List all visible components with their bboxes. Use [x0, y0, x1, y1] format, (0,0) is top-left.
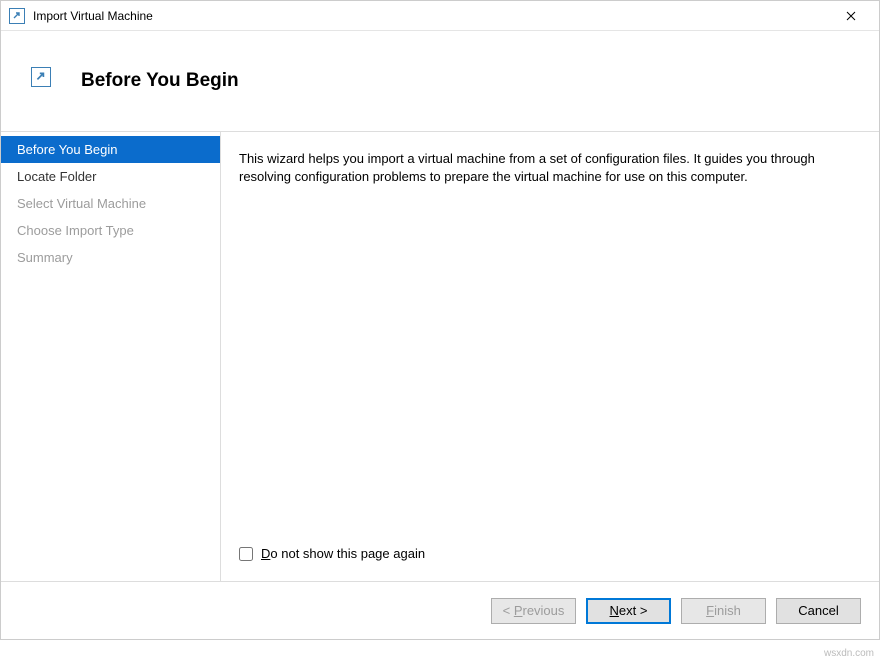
close-button[interactable] [831, 2, 871, 30]
sidebar-item-select-virtual-machine: Select Virtual Machine [1, 190, 220, 217]
watermark: wsxdn.com [824, 648, 874, 659]
window-title: Import Virtual Machine [33, 9, 831, 23]
header: Before You Begin [1, 31, 879, 131]
sidebar: Before You Begin Locate Folder Select Vi… [1, 132, 221, 581]
sidebar-item-label: Select Virtual Machine [17, 196, 146, 211]
titlebar: Import Virtual Machine [1, 1, 879, 31]
sidebar-item-label: Summary [17, 250, 73, 265]
finish-button: Finish [681, 598, 766, 624]
do-not-show-checkbox[interactable] [239, 547, 253, 561]
content-area: This wizard helps you import a virtual m… [221, 132, 879, 581]
next-button[interactable]: Next > [586, 598, 671, 624]
sidebar-item-locate-folder[interactable]: Locate Folder [1, 163, 220, 190]
spacer [239, 185, 859, 546]
sidebar-item-choose-import-type: Choose Import Type [1, 217, 220, 244]
page-title: Before You Begin [81, 70, 239, 92]
sidebar-item-summary: Summary [1, 244, 220, 271]
previous-button: < Previous [491, 598, 576, 624]
footer: < Previous Next > Finish Cancel [1, 581, 879, 639]
wizard-window: Import Virtual Machine Before You Begin … [0, 0, 880, 640]
header-icon [31, 67, 51, 87]
app-icon [9, 8, 25, 24]
description-text: This wizard helps you import a virtual m… [239, 150, 859, 185]
body: Before You Begin Locate Folder Select Vi… [1, 132, 879, 581]
do-not-show-label: Do not show this page again [261, 546, 425, 561]
sidebar-item-label: Locate Folder [17, 169, 97, 184]
sidebar-item-label: Choose Import Type [17, 223, 134, 238]
sidebar-item-before-you-begin[interactable]: Before You Begin [1, 136, 220, 163]
do-not-show-checkbox-row[interactable]: Do not show this page again [239, 546, 859, 561]
cancel-button[interactable]: Cancel [776, 598, 861, 624]
sidebar-item-label: Before You Begin [17, 142, 117, 157]
